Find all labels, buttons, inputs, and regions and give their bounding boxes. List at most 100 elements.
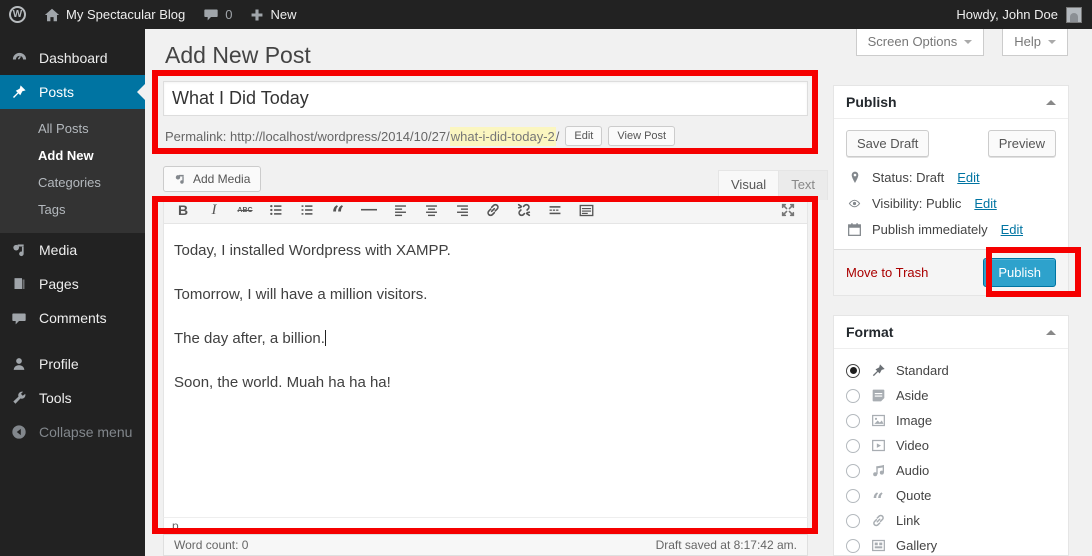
sidebar-item-pages[interactable]: Pages [0,267,145,301]
view-post-button[interactable]: View Post [608,126,675,146]
format-option-standard[interactable]: Standard [846,358,1056,383]
edit-visibility-link[interactable]: Edit [974,196,996,211]
horizontal-rule-button[interactable]: — [360,201,378,219]
chevron-down-icon [1048,40,1056,48]
radio-unselected[interactable] [846,439,860,453]
format-option-aside[interactable]: Aside [846,383,1056,408]
preview-button[interactable]: Preview [988,130,1056,157]
insert-link-button[interactable] [484,201,502,219]
draft-saved-time: Draft saved at 8:17:42 am. [656,538,797,552]
format-option-video[interactable]: Video [846,433,1056,458]
format-image-icon [869,413,887,428]
sidebar-item-media[interactable]: Media [0,233,145,267]
admin-bar-account[interactable]: Howdy, John Doe [956,0,1092,29]
schedule-text: Publish immediately [872,222,988,237]
sidebar-item-label: Tools [39,390,72,406]
collapse-toggle-icon[interactable] [1046,95,1056,105]
more-tag-button[interactable] [546,201,564,219]
sidebar-item-comments[interactable]: Comments [0,301,145,335]
menu-separator [0,335,145,347]
format-option-label: Audio [896,463,929,478]
radio-selected[interactable] [846,364,860,378]
permalink-row: Permalink: http://localhost/wordpress/20… [165,124,675,148]
permalink-trailing-slash: / [556,129,560,144]
comments-icon [9,311,29,326]
post-editor: B I ABC “ — [163,196,808,533]
screen-options-button[interactable]: Screen Options [856,29,985,56]
bold-button[interactable]: B [174,201,192,219]
format-option-label: Standard [896,363,949,378]
blockquote-button[interactable]: “ [329,201,347,219]
numbered-list-button[interactable] [298,201,316,219]
align-left-button[interactable] [391,201,409,219]
format-video-icon [869,438,887,453]
admin-bar: W My Spectacular Blog 0 New [0,0,1092,29]
publish-metabox: Publish Save Draft Preview Status: Draft… [833,85,1069,296]
format-option-label: Aside [896,388,929,403]
align-right-button[interactable] [453,201,471,219]
publish-button[interactable]: Publish [983,258,1056,287]
radio-unselected[interactable] [846,489,860,503]
permalink-slug[interactable]: what-i-did-today-2 [450,127,556,146]
format-option-audio[interactable]: Audio [846,458,1056,483]
path-element[interactable]: p [172,519,179,533]
radio-unselected[interactable] [846,389,860,403]
move-to-trash-link[interactable]: Move to Trash [846,265,928,280]
italic-button[interactable]: I [205,201,223,219]
remove-link-button[interactable] [515,201,533,219]
help-button[interactable]: Help [1002,29,1068,56]
plus-icon [250,8,264,22]
toolbar-toggle-button[interactable] [577,201,595,219]
sidebar-item-dashboard[interactable]: Dashboard [0,41,145,75]
comments-shortcut[interactable]: 0 [194,0,241,29]
format-option-gallery[interactable]: Gallery [846,533,1056,556]
radio-unselected[interactable] [846,464,860,478]
status-text: Status: Draft [872,170,944,185]
format-option-image[interactable]: Image [846,408,1056,433]
bullet-list-button[interactable] [267,201,285,219]
sidebar-item-tools[interactable]: Tools [0,381,145,415]
sidebar-item-collapse-menu[interactable]: Collapse menu [0,415,145,449]
post-title-input[interactable] [163,81,808,116]
home-icon [44,7,60,23]
format-option-quote[interactable]: “ Quote [846,483,1056,508]
permalink-edit-button[interactable]: Edit [565,126,602,146]
sidebar-item-profile[interactable]: Profile [0,347,145,381]
edit-status-link[interactable]: Edit [957,170,979,185]
chevron-down-icon [964,40,972,48]
edit-schedule-link[interactable]: Edit [1001,222,1023,237]
wordpress-menu[interactable]: W [0,0,35,29]
sidebar-item-label: Collapse menu [39,424,132,440]
add-media-button[interactable]: Add Media [163,166,261,192]
permalink-base: http://localhost/wordpress/2014/10/27/ [230,129,450,144]
editor-paragraph: Today, I installed Wordpress with XAMPP. [174,240,797,261]
format-option-label: Link [896,513,920,528]
radio-unselected[interactable] [846,514,860,528]
new-content-menu[interactable]: New [241,0,305,29]
sidebar-item-label: Pages [39,276,79,292]
submenu-add-new[interactable]: Add New [0,142,145,169]
save-draft-button[interactable]: Save Draft [846,130,929,157]
sidebar-item-label: Dashboard [39,50,108,66]
add-media-label: Add Media [193,172,250,186]
submenu-tags[interactable]: Tags [0,196,145,223]
radio-unselected[interactable] [846,539,860,553]
wordpress-logo-icon: W [9,6,26,23]
format-aside-icon [869,388,887,403]
editor-paragraph: Soon, the world. Muah ha ha ha! [174,372,797,393]
site-link[interactable]: My Spectacular Blog [35,0,194,29]
editor-content-area[interactable]: Today, I installed Wordpress with XAMPP.… [163,224,808,517]
fullscreen-button[interactable] [779,201,797,219]
editor-toolbar: B I ABC “ — [163,196,808,224]
submenu-all-posts[interactable]: All Posts [0,115,145,142]
dashboard-icon [9,50,29,67]
submenu-categories[interactable]: Categories [0,169,145,196]
collapse-toggle-icon[interactable] [1046,325,1056,335]
editor-paragraph: Tomorrow, I will have a million visitors… [174,284,797,305]
strikethrough-button[interactable]: ABC [236,201,254,219]
comment-bubble-icon [203,7,219,22]
align-center-button[interactable] [422,201,440,219]
radio-unselected[interactable] [846,414,860,428]
visibility-text: Visibility: Public [872,196,961,211]
sidebar-item-posts[interactable]: Posts [0,75,145,109]
